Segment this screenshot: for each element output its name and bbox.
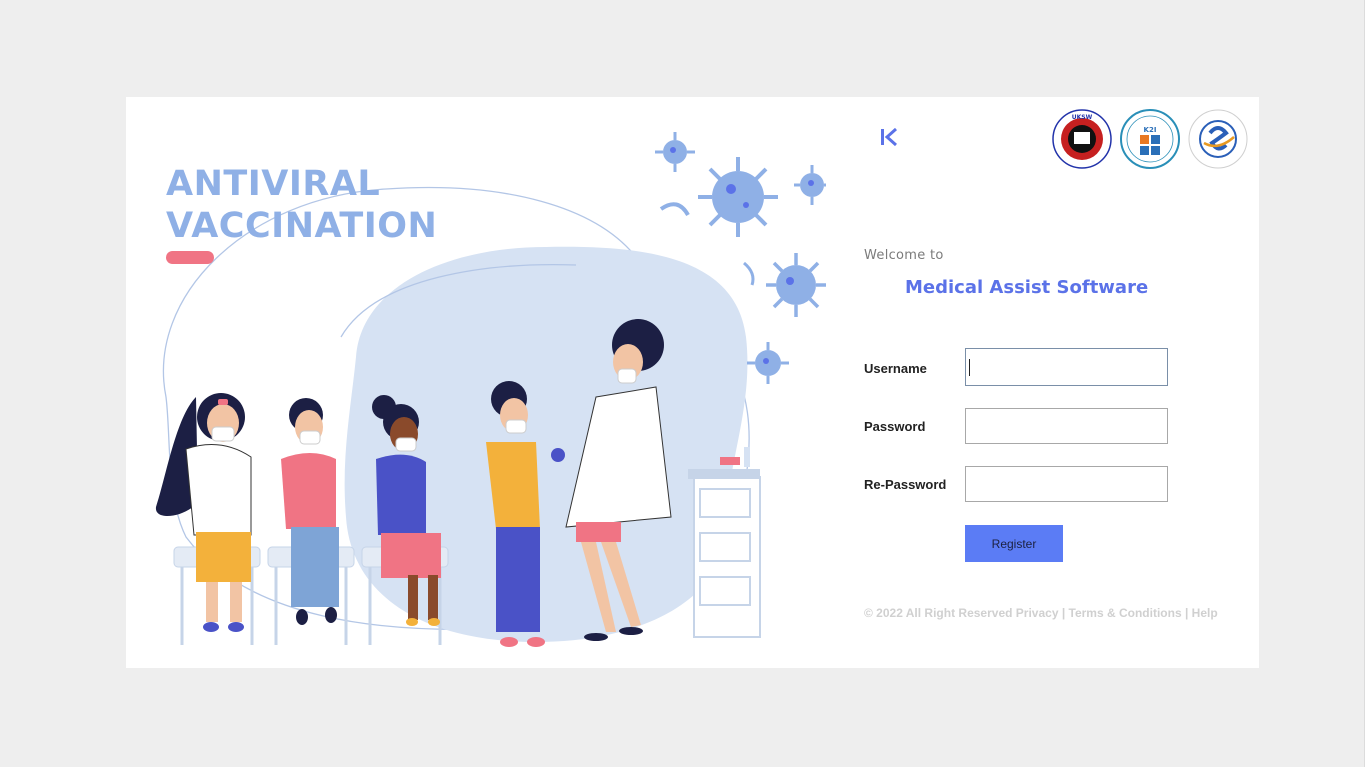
university-seal-logo: UKSW — [1052, 109, 1112, 169]
app-title: Medical Assist Software — [905, 277, 1149, 298]
svg-text:UKSW: UKSW — [1072, 114, 1093, 121]
password-input[interactable] — [965, 408, 1168, 444]
hero-title: ANTIVIRAL VACCINATION — [166, 163, 437, 247]
fti-logo — [1188, 109, 1248, 169]
svg-text:K2I: K2I — [1144, 126, 1157, 134]
hero-title-line2: VACCINATION — [166, 206, 438, 246]
login-card: ANTIVIRAL VACCINATION UKSW K2I Welcome t… — [126, 97, 1259, 668]
repassword-label: Re-Password — [864, 477, 947, 492]
first-page-icon[interactable] — [878, 126, 900, 148]
footer-text[interactable]: © 2022 All Right Reserved Privacy | Term… — [864, 606, 1218, 620]
k2i-logo: K2I — [1120, 109, 1180, 169]
username-input[interactable] — [965, 348, 1168, 386]
text-caret — [969, 359, 970, 376]
hero-title-line1: ANTIVIRAL — [166, 164, 381, 204]
hero-accent-pill — [166, 251, 214, 264]
repassword-input[interactable] — [965, 466, 1168, 502]
username-label: Username — [864, 361, 927, 376]
virus-large-icon — [698, 157, 778, 237]
welcome-text: Welcome to — [864, 248, 944, 263]
password-label: Password — [864, 419, 926, 434]
register-button[interactable]: Register — [965, 525, 1063, 562]
